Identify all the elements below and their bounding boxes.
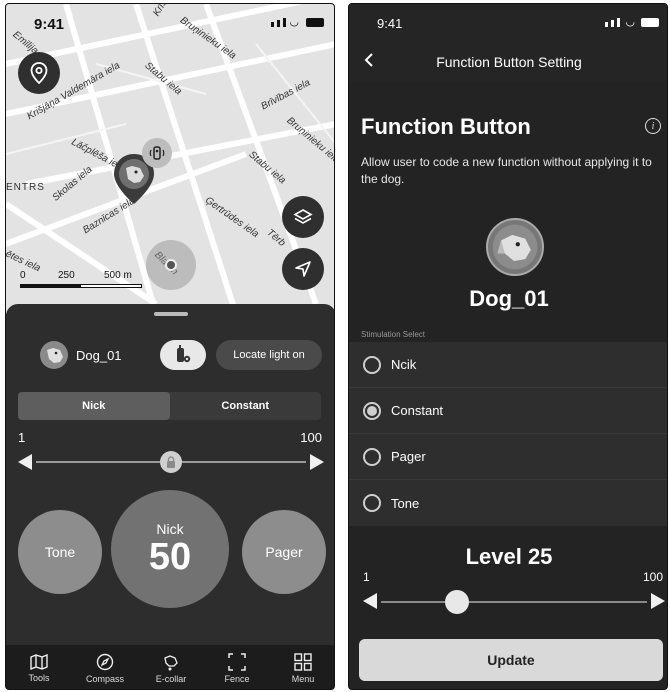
- range-min-label: 1: [18, 430, 26, 445]
- level-slider[interactable]: [363, 590, 665, 614]
- collar-device-icon: [149, 146, 165, 160]
- slider-thumb[interactable]: [445, 590, 469, 614]
- stimulate-level-value: 50: [148, 536, 192, 578]
- info-icon: i: [651, 120, 655, 132]
- option-constant[interactable]: Constant: [349, 388, 667, 434]
- tab-label: Compass: [85, 673, 124, 684]
- dog-avatar-icon: [486, 218, 544, 276]
- wifi-icon: ◡: [625, 16, 635, 28]
- radio-icon: [363, 355, 381, 374]
- radio-selected-icon: [363, 401, 381, 420]
- map-view[interactable]: Emīlija Krīša Bruņinieku iela Krišjāņa V…: [6, 4, 334, 314]
- update-button[interactable]: Update: [359, 639, 663, 681]
- option-label: Pager: [391, 449, 426, 464]
- navigate-button[interactable]: [282, 248, 324, 290]
- battery-icon: [641, 18, 659, 27]
- stimulate-mode-label: Nick: [156, 521, 184, 537]
- option-ncik[interactable]: Ncik: [349, 342, 667, 388]
- stimulation-options: Ncik Constant Pager Tone: [349, 342, 667, 526]
- bottom-tab-bar: Tools Compass E-collar Fence Menu: [6, 645, 334, 689]
- fence-icon: [228, 652, 246, 671]
- map-icon: [30, 653, 48, 670]
- stimulate-button[interactable]: Nick 50: [111, 490, 229, 608]
- status-indicators: ◡: [271, 16, 324, 28]
- page-title: Function Button Setting: [436, 54, 582, 70]
- scale-label: 0: [20, 270, 26, 281]
- intensity-slider[interactable]: [18, 451, 324, 473]
- function-button-screen: 9:41 ◡ Function Button Setting Function …: [348, 3, 668, 690]
- status-indicators: ◡: [605, 16, 659, 28]
- status-time: 9:41: [377, 16, 403, 31]
- tab-fence[interactable]: Fence: [204, 645, 270, 689]
- status-time: 9:41: [34, 16, 65, 33]
- navigate-icon: [295, 261, 311, 277]
- info-button[interactable]: i: [645, 118, 661, 134]
- e-collar-icon: [164, 654, 178, 670]
- range-max-label: 100: [300, 430, 322, 445]
- wifi-icon: ◡: [289, 16, 299, 28]
- option-label: Ncik: [391, 357, 417, 372]
- pager-button[interactable]: Pager: [242, 510, 326, 594]
- option-label: Tone: [391, 495, 420, 511]
- range-max-label: 100: [642, 570, 663, 584]
- user-location: [146, 240, 196, 290]
- function-heading: Function Button: [361, 114, 531, 139]
- stimulation-tabs: Nick Constant: [18, 392, 321, 420]
- increase-icon[interactable]: [651, 593, 665, 609]
- tab-tools[interactable]: Tools: [6, 645, 72, 689]
- tab-compass[interactable]: Compass: [72, 645, 138, 689]
- option-tone[interactable]: Tone: [349, 480, 667, 526]
- street-label: ENTRS: [6, 182, 45, 193]
- layers-button[interactable]: [282, 196, 324, 238]
- tab-label: Tools: [28, 672, 50, 683]
- compass-icon: [96, 653, 114, 670]
- option-label: Constant: [391, 403, 444, 418]
- option-pager[interactable]: Pager: [349, 434, 667, 480]
- decrease-icon[interactable]: [363, 593, 377, 609]
- tab-label: Fence: [224, 673, 250, 684]
- dog-name: Dog_01: [76, 347, 122, 363]
- decrease-icon[interactable]: [18, 454, 32, 470]
- section-label: Stimulation Select: [361, 330, 426, 339]
- dog-selector[interactable]: Dog_01: [40, 340, 122, 370]
- menu-grid-icon: [294, 652, 312, 671]
- scale-label: 500 m: [104, 270, 132, 281]
- slider-lock-thumb[interactable]: [160, 451, 182, 473]
- navigation-header: 9:41 ◡ Function Button Setting: [349, 4, 667, 82]
- lock-icon: [167, 456, 175, 468]
- collar-device-marker[interactable]: [142, 138, 172, 168]
- tab-label: Menu: [291, 673, 315, 684]
- location-pin-icon: [30, 62, 48, 84]
- battery-icon: [306, 18, 324, 27]
- radio-icon: [363, 494, 381, 512]
- layers-icon: [293, 209, 313, 224]
- tab-nick[interactable]: Nick: [18, 392, 170, 420]
- location-button[interactable]: [18, 52, 60, 94]
- tab-menu[interactable]: Menu: [270, 645, 334, 689]
- scale-label: 250: [58, 270, 75, 281]
- locate-light-button[interactable]: Locate light on: [216, 340, 322, 370]
- tab-constant[interactable]: Constant: [170, 392, 322, 420]
- tab-e-collar[interactable]: E-collar: [138, 645, 204, 689]
- radio-icon: [363, 447, 381, 466]
- function-description: Allow user to code a new function withou…: [361, 155, 652, 186]
- level-label: Level 25: [465, 544, 553, 569]
- dog-name: Dog_01: [469, 286, 549, 311]
- range-min-label: 1: [363, 570, 370, 584]
- collar-settings-button[interactable]: [160, 340, 206, 370]
- increase-icon[interactable]: [310, 454, 324, 470]
- tab-label: E-collar: [155, 673, 187, 684]
- map-screen: Emīlija Krīša Bruņinieku iela Krišjāņa V…: [5, 3, 335, 690]
- collar-settings-icon: [177, 345, 191, 363]
- control-sheet: Dog_01 Locate light on Nick Constant 1 1…: [6, 304, 334, 689]
- update-label: Update: [487, 652, 535, 668]
- sheet-handle[interactable]: [154, 312, 188, 316]
- dog-avatar-icon: [40, 341, 68, 369]
- tone-button[interactable]: Tone: [18, 510, 102, 594]
